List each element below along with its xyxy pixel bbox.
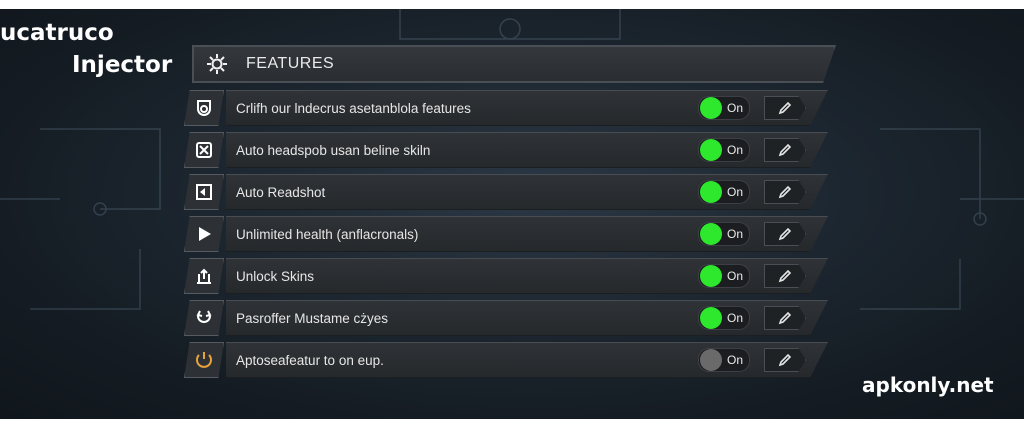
toggle-knob <box>700 139 722 161</box>
features-header: FEATURES <box>192 45 836 83</box>
pencil-icon <box>778 227 792 241</box>
toggle-knob <box>700 97 722 119</box>
feature-bar: Unlimited health (anflacronals) On <box>226 216 828 252</box>
toggle-label: On <box>727 185 744 199</box>
toggle-label: On <box>727 269 744 283</box>
toggle-knob <box>700 181 722 203</box>
feature-row: Pasroffer Mustame cżyes On <box>180 300 840 336</box>
pencil-icon <box>778 353 792 367</box>
feature-bar: Auto headspob usan beline skiln On <box>226 132 828 168</box>
feature-toggle[interactable]: On <box>698 96 750 120</box>
feature-label: Pasroffer Mustame cżyes <box>236 310 389 326</box>
feature-label: Unlimited health (anflacronals) <box>236 226 419 242</box>
edit-button[interactable] <box>764 264 806 288</box>
features-panel: FEATURES Crlifh our lndecrus asetanblola… <box>180 45 840 378</box>
feature-toggle[interactable]: On <box>698 222 750 246</box>
toggle-label: On <box>727 227 744 241</box>
feature-bar: Aptoseafeatur to on eup. On <box>226 342 828 378</box>
features-title: FEATURES <box>246 55 335 72</box>
toggle-label: On <box>727 311 744 325</box>
toggle-label: On <box>727 101 744 115</box>
feature-toggle[interactable]: On <box>698 138 750 162</box>
edit-button[interactable] <box>764 222 806 246</box>
power-icon <box>184 342 224 378</box>
feature-bar: Crlifh our lndecrus asetanblola features… <box>226 90 828 126</box>
edit-button[interactable] <box>764 138 806 162</box>
feature-label: Crlifh our lndecrus asetanblola features <box>236 100 471 116</box>
edit-button[interactable] <box>764 306 806 330</box>
target-icon <box>184 174 224 210</box>
feature-row: Aptoseafeatur to on eup. On <box>180 342 840 378</box>
unlock-icon <box>184 258 224 294</box>
feature-bar: Auto Readshot On <box>226 174 828 210</box>
toggle-knob <box>700 349 722 371</box>
pencil-icon <box>778 143 792 157</box>
edit-button[interactable] <box>764 180 806 204</box>
toggle-knob <box>700 265 722 287</box>
feature-label: Unlock Skins <box>236 268 315 284</box>
feature-row: Unlimited health (anflacronals) On <box>180 216 840 252</box>
play-icon <box>184 216 224 252</box>
brand-title: ucatruco Injector <box>0 17 172 81</box>
edit-button[interactable] <box>764 348 806 372</box>
toggle-knob <box>700 223 722 245</box>
toggle-knob <box>700 307 722 329</box>
feature-bar: Pasroffer Mustame cżyes On <box>226 300 828 336</box>
watermark: apkonly.net <box>862 373 994 397</box>
brand-line1: ucatruco <box>0 20 114 46</box>
feature-label: Auto Readshot <box>236 184 326 200</box>
feature-row: Unlock Skins On <box>180 258 840 294</box>
pencil-icon <box>778 101 792 115</box>
shield-icon <box>184 90 224 126</box>
pencil-icon <box>778 269 792 283</box>
feature-row: Auto headspob usan beline skiln On <box>180 132 840 168</box>
feature-toggle[interactable]: On <box>698 348 750 372</box>
pencil-icon <box>778 311 792 325</box>
toggle-label: On <box>727 143 744 157</box>
edit-button[interactable] <box>764 96 806 120</box>
refresh-icon <box>184 300 224 336</box>
feature-bar: Unlock Skins On <box>226 258 828 294</box>
feature-toggle[interactable]: On <box>698 306 750 330</box>
feature-row: Crlifh our lndecrus asetanblola features… <box>180 90 840 126</box>
feature-toggle[interactable]: On <box>698 180 750 204</box>
feature-label: Aptoseafeatur to on eup. <box>236 352 384 368</box>
feature-row: Auto Readshot On <box>180 174 840 210</box>
feature-toggle[interactable]: On <box>698 264 750 288</box>
brand-line2: Injector <box>72 52 173 78</box>
background: ucatruco Injector FEATURES Crlifh our ln… <box>0 9 1024 419</box>
crosshair-icon <box>184 132 224 168</box>
gear-icon <box>202 49 232 79</box>
toggle-label: On <box>727 353 744 367</box>
pencil-icon <box>778 185 792 199</box>
feature-label: Auto headspob usan beline skiln <box>236 142 431 158</box>
